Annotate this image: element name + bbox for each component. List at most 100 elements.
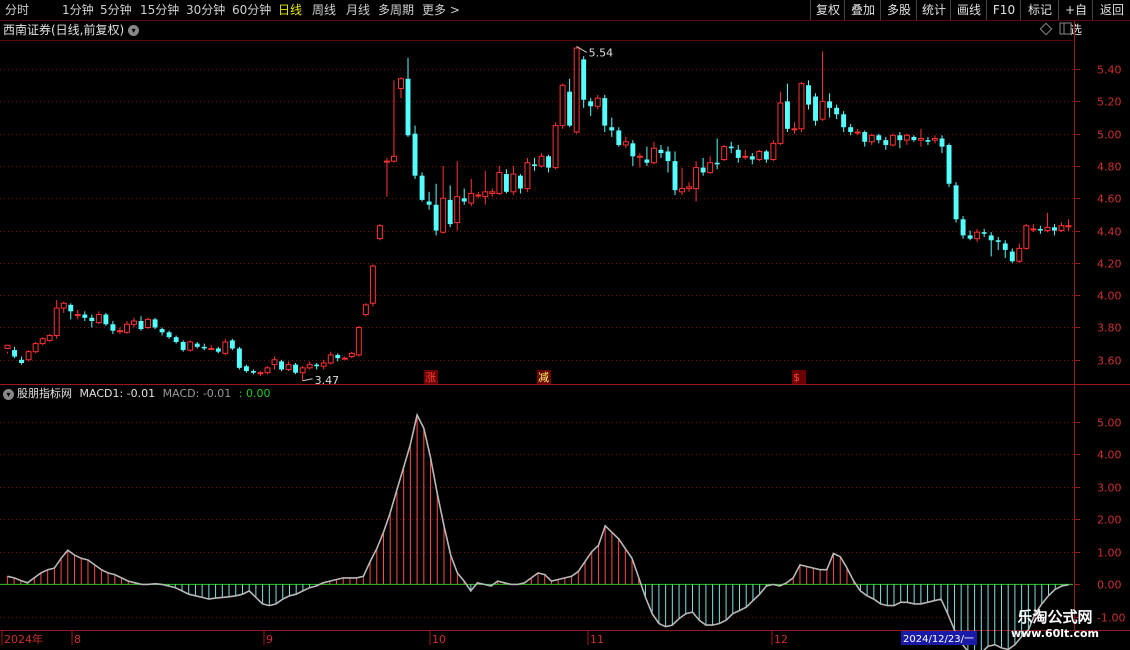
candle-body xyxy=(236,348,242,368)
marker-0: 涨 xyxy=(425,371,436,384)
candle-body xyxy=(925,140,931,142)
candle-body xyxy=(152,319,158,328)
price-tick-label: 3.80 xyxy=(1097,322,1122,335)
candle-body xyxy=(538,155,545,167)
candle-body xyxy=(12,350,17,357)
candle-body xyxy=(883,140,889,145)
price-tick-label: 5.00 xyxy=(1097,129,1122,142)
candle-body xyxy=(362,304,369,316)
candle-body xyxy=(798,83,805,130)
candle-body xyxy=(335,354,341,359)
macd-tick-label: 1.00 xyxy=(1097,547,1122,560)
candle-body xyxy=(777,102,784,144)
candle-body xyxy=(532,164,537,166)
price-tick-label: 4.60 xyxy=(1097,193,1122,206)
candle-body xyxy=(602,98,608,126)
candle-body xyxy=(917,138,924,141)
candle-body xyxy=(222,341,229,354)
candle-body xyxy=(1030,228,1037,231)
candle-body xyxy=(39,338,46,345)
candle-body xyxy=(53,307,60,337)
candle-body xyxy=(19,359,25,364)
candle-body xyxy=(897,135,903,141)
watermark-name: 乐淘公式网 xyxy=(1017,608,1093,626)
candle-body xyxy=(369,265,376,304)
candle-body xyxy=(848,127,854,133)
candle-body xyxy=(383,160,390,163)
high-price-label: 5.54 xyxy=(589,46,614,59)
candle-body xyxy=(616,130,622,145)
candle-body xyxy=(1037,228,1043,231)
candle-body xyxy=(679,188,685,193)
macd-tick-label: 4.00 xyxy=(1097,449,1122,462)
candle-body xyxy=(116,330,123,333)
candle-body xyxy=(665,151,671,162)
candle-body xyxy=(911,136,917,141)
candle-body xyxy=(862,132,868,142)
candle-body xyxy=(693,167,700,190)
candle-body xyxy=(932,138,938,141)
candle-body xyxy=(264,367,271,374)
macd-tick-label: 3.00 xyxy=(1097,482,1122,495)
candle-body xyxy=(636,155,643,158)
candle-body xyxy=(672,161,678,191)
candle-body xyxy=(622,141,629,146)
candle-body xyxy=(496,171,503,194)
candle-body xyxy=(650,147,657,164)
candle-body xyxy=(180,342,186,351)
candle-body xyxy=(4,344,11,349)
candle-body xyxy=(89,317,95,322)
candle-body xyxy=(546,156,551,168)
candle-body xyxy=(74,314,81,317)
candle-body xyxy=(46,335,53,341)
candle-body xyxy=(686,186,693,190)
candle-body xyxy=(995,240,1001,242)
candle-body xyxy=(868,134,875,143)
candle-body xyxy=(229,340,235,349)
candle-body xyxy=(440,197,447,233)
candle-body xyxy=(784,101,790,129)
candle-body xyxy=(257,372,264,375)
candle-body xyxy=(517,175,523,189)
candle-body xyxy=(1023,225,1030,249)
candle-body xyxy=(166,332,172,338)
candle-body xyxy=(813,96,818,121)
candle-body xyxy=(131,320,137,325)
price-tick-label: 4.00 xyxy=(1097,290,1122,303)
candle-body xyxy=(1009,251,1015,262)
candle-body xyxy=(327,354,334,364)
candle-body xyxy=(419,175,425,200)
candle-body xyxy=(314,364,320,367)
candle-body xyxy=(103,314,109,325)
price-tick-label: 4.80 xyxy=(1097,161,1122,174)
candle-body xyxy=(1065,225,1072,228)
time-label-0: 2024年 xyxy=(4,632,43,646)
candle-body xyxy=(201,346,207,349)
candle-body xyxy=(903,134,910,141)
time-label-3: 10 xyxy=(432,633,446,646)
candle-body xyxy=(827,101,833,108)
candle-body xyxy=(939,138,945,147)
candle-body xyxy=(552,125,559,169)
candle-body xyxy=(475,194,482,197)
marker-2: $ xyxy=(793,371,800,384)
candle-body xyxy=(124,323,130,333)
candle-body xyxy=(68,304,74,312)
watermark-url: www.60lt.com xyxy=(1010,627,1100,640)
candle-body xyxy=(173,337,179,343)
candle-body xyxy=(285,364,292,370)
candle-body xyxy=(763,151,769,160)
candle-body xyxy=(510,173,517,193)
cursor-date: 2024/12/23/一 xyxy=(903,634,974,645)
candle-body xyxy=(320,362,327,367)
macd-tick-label: 0.00 xyxy=(1097,579,1122,592)
candle-body xyxy=(953,185,959,220)
candle-body xyxy=(854,131,861,134)
time-label-5: 12 xyxy=(774,633,788,646)
price-tick-label: 4.20 xyxy=(1097,258,1122,271)
low-label-pointer xyxy=(302,378,313,382)
candle-body xyxy=(581,59,587,100)
candle-body xyxy=(194,343,200,347)
candle-body xyxy=(721,146,728,161)
candle-body xyxy=(834,107,840,115)
